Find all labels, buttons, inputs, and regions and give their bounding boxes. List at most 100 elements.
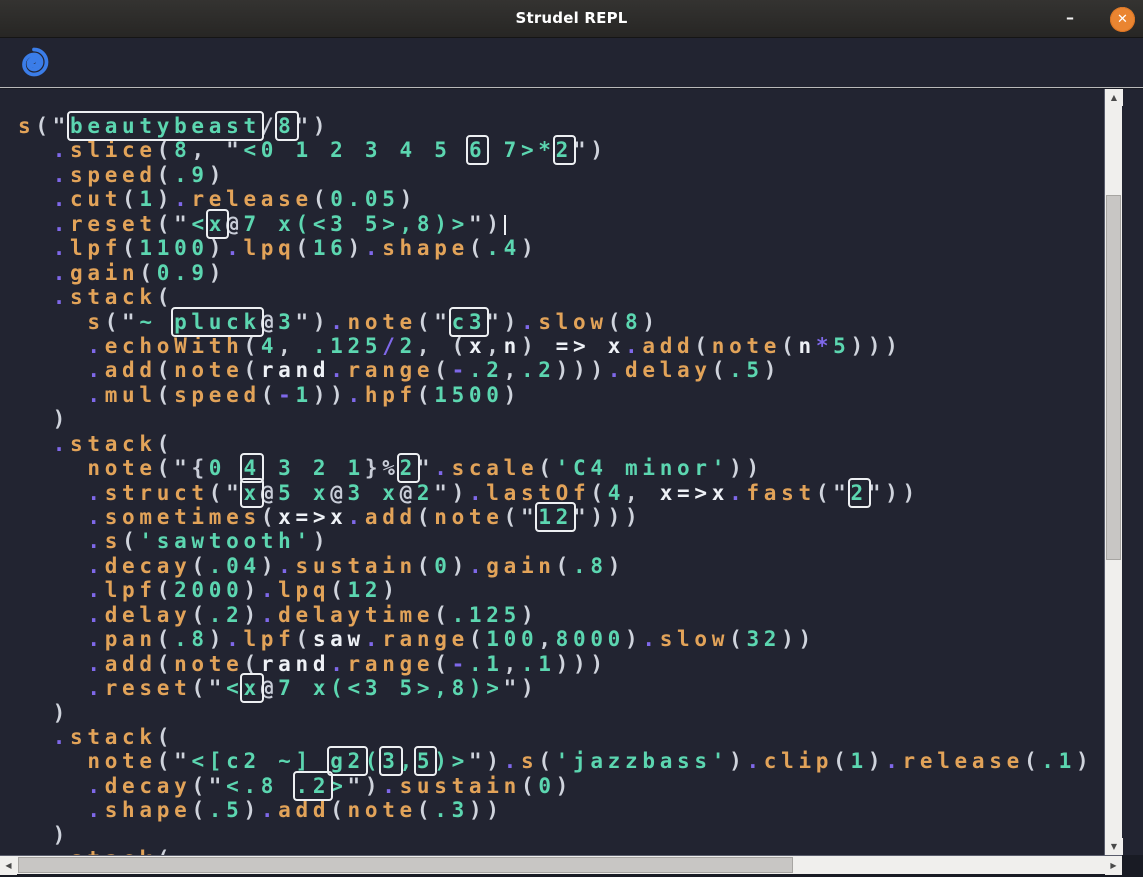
code-token: /	[261, 114, 278, 138]
code-token	[18, 749, 87, 773]
code-token: (	[157, 358, 174, 382]
active-event-highlight: 6	[469, 138, 486, 162]
code-token: ")	[469, 212, 504, 236]
code-line: .s('sawtooth')	[18, 529, 1093, 553]
code-token: (	[243, 358, 260, 382]
code-token: /	[382, 334, 399, 358]
horizontal-scrollbar[interactable]: ◀ ▶	[0, 855, 1122, 874]
active-event-highlight: x	[243, 481, 260, 505]
code-token	[18, 334, 87, 358]
code-token: .	[53, 187, 70, 211]
vertical-scrollbar[interactable]: ▲ ▼	[1104, 89, 1122, 855]
code-token: 0.05	[330, 187, 399, 211]
code-token: (	[122, 187, 139, 211]
code-token: <	[191, 212, 208, 236]
code-token: (	[417, 505, 434, 529]
code-token: ))	[729, 456, 764, 480]
code-token: s	[521, 749, 538, 773]
code-token: .9	[174, 163, 209, 187]
code-token: echoWith	[105, 334, 244, 358]
code-token: slow	[538, 310, 607, 334]
code-line: .add(note(rand.range(-.1,.1)))	[18, 652, 1093, 676]
vertical-scroll-thumb[interactable]	[1106, 195, 1121, 560]
code-token: .	[365, 627, 382, 651]
code-token: )	[18, 823, 70, 847]
code-token: lpq	[278, 578, 330, 602]
code-token: (	[608, 310, 625, 334]
active-event-highlight: 4	[243, 456, 260, 480]
code-token: (	[157, 725, 174, 749]
code-line: .delay(.2).delaytime(.125)	[18, 603, 1093, 627]
code-token: delaytime	[278, 603, 434, 627]
horizontal-scroll-thumb[interactable]	[18, 857, 793, 873]
scroll-right-button[interactable]: ▶	[1105, 856, 1122, 875]
code-token: (	[1024, 749, 1041, 773]
code-token: )	[504, 383, 521, 407]
code-token: )	[243, 603, 260, 627]
code-token: )	[18, 701, 70, 725]
scroll-down-icon: ▼	[1111, 842, 1117, 851]
code-line: .slice(8, "<0 1 2 3 4 5 6 7>*2")	[18, 138, 1093, 162]
scroll-up-button[interactable]: ▲	[1105, 89, 1123, 106]
code-token: (	[157, 627, 174, 651]
code-token: .	[261, 578, 278, 602]
scroll-left-button[interactable]: ◀	[0, 856, 17, 875]
code-token: (	[157, 652, 174, 676]
code-area[interactable]: s("beautybeast/8") .slice(8, "<0 1 2 3 4…	[18, 114, 1093, 855]
code-token: ("	[157, 456, 192, 480]
code-token: (	[417, 383, 434, 407]
code-token	[18, 187, 53, 211]
code-token	[18, 847, 53, 855]
active-event-highlight: x	[243, 676, 260, 700]
code-token: .3	[434, 798, 469, 822]
code-token: )	[521, 236, 538, 260]
code-token: @	[261, 676, 278, 700]
code-token: add	[105, 358, 157, 382]
window-titlebar[interactable]: Strudel REPL – ✕	[0, 0, 1143, 38]
code-token: .	[625, 334, 642, 358]
code-token: .5	[209, 798, 244, 822]
code-token: @	[261, 310, 278, 334]
code-token	[18, 603, 87, 627]
code-line: )	[18, 701, 1093, 725]
code-token	[18, 432, 53, 456]
code-token: n	[798, 334, 815, 358]
minimize-button[interactable]: –	[1057, 0, 1091, 38]
code-editor[interactable]: s("beautybeast/8") .slice(8, "<0 1 2 3 4…	[0, 89, 1143, 855]
active-event-highlight: 2	[851, 481, 868, 505]
minimize-icon: –	[1066, 8, 1074, 27]
code-token: ")	[504, 676, 539, 700]
strudel-logo-icon[interactable]	[19, 47, 49, 77]
code-token: @	[330, 481, 347, 505]
strudel-repl-window: Strudel REPL – ✕ s("beautybeast/8") .sli…	[0, 0, 1143, 877]
code-token: .8	[174, 627, 209, 651]
code-token: note	[712, 334, 781, 358]
code-token: )	[521, 334, 556, 358]
code-token: .1	[1041, 749, 1076, 773]
code-token: )	[243, 578, 260, 602]
code-token: 32	[746, 627, 781, 651]
code-token: .8	[573, 554, 608, 578]
code-token: 2	[400, 334, 417, 358]
code-token: )	[452, 554, 469, 578]
scroll-down-button[interactable]: ▼	[1105, 838, 1123, 855]
code-token: .	[469, 481, 486, 505]
code-token: ")	[573, 138, 608, 162]
code-token: (	[434, 603, 451, 627]
code-token: note	[174, 652, 243, 676]
code-line: .echoWith(4, .125/2, (x,n) => x.add(note…	[18, 334, 1093, 358]
code-token: 0	[434, 554, 451, 578]
active-event-highlight: 8	[278, 114, 295, 138]
code-line: note("{0 4 3 2 1}%2".scale('C4 minor'))	[18, 456, 1093, 480]
code-token: (	[365, 749, 382, 773]
code-token: )	[243, 798, 260, 822]
code-token: add	[642, 334, 694, 358]
code-token: (	[157, 847, 174, 855]
code-line: .add(note(rand.range(-.2,.2))).delay(.5)	[18, 358, 1093, 382]
code-token: (	[434, 652, 451, 676]
code-token: 2000	[174, 578, 243, 602]
code-token: (	[139, 261, 156, 285]
close-button[interactable]: ✕	[1110, 7, 1135, 32]
code-token: delay	[105, 603, 192, 627]
code-token: lpf	[70, 236, 122, 260]
